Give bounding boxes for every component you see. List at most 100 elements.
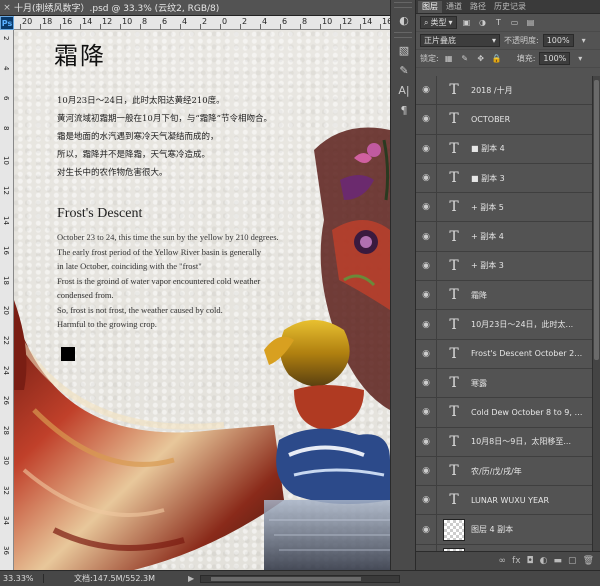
adjustment-layer-icon[interactable]: ◐ bbox=[540, 556, 548, 566]
layer-name[interactable]: OCTOBER bbox=[471, 115, 510, 124]
layer-name[interactable]: 寒露 bbox=[471, 378, 487, 389]
layer-row[interactable]: ◉ T 2018 /十月 bbox=[416, 76, 592, 106]
tab-history[interactable]: 历史记录 bbox=[490, 1, 530, 13]
close-tab-icon[interactable]: × bbox=[0, 3, 14, 13]
horizontal-ruler[interactable]: 2018161412108642024681012141618 bbox=[14, 16, 390, 30]
ruler-tick bbox=[40, 24, 41, 29]
horizontal-scrollbar[interactable] bbox=[200, 574, 401, 583]
text-layer-icon: T bbox=[449, 375, 459, 392]
layer-row[interactable]: ◉ T Frost's Descent October 23 ... bbox=[416, 339, 592, 369]
visibility-eye-icon[interactable]: ◉ bbox=[416, 202, 436, 212]
filter-row: ⌕ 类型 ▾ ▣ ◑ T ▭ ▤ bbox=[416, 14, 600, 32]
layer-row[interactable]: ◉ 图层 4 副本 bbox=[416, 515, 592, 545]
layer-row[interactable]: ◉ T OCTOBER bbox=[416, 105, 592, 135]
chevron-down-icon[interactable]: ▾ bbox=[578, 35, 590, 47]
fill-field[interactable]: 100% bbox=[539, 52, 571, 65]
fx-icon[interactable]: fx bbox=[512, 556, 521, 566]
visibility-eye-icon[interactable]: ◉ bbox=[416, 261, 436, 271]
layer-row[interactable]: ◉ T ■ 副本 3 bbox=[416, 163, 592, 194]
visibility-eye-icon[interactable]: ◉ bbox=[416, 290, 436, 300]
visibility-eye-icon[interactable]: ◉ bbox=[416, 466, 436, 476]
scrollbar-thumb[interactable] bbox=[211, 576, 362, 581]
document-tab[interactable]: × 十月(刺绣风数字）.psd @ 33.3% (云纹2, RGB/8) bbox=[0, 0, 390, 16]
layer-scrollbar[interactable] bbox=[592, 76, 600, 551]
filter-adjust-icon[interactable]: ◑ bbox=[477, 17, 489, 29]
layer-name[interactable]: ■ 副本 4 bbox=[471, 143, 505, 154]
visibility-eye-icon[interactable]: ◉ bbox=[416, 495, 436, 505]
mask-icon[interactable]: ◘ bbox=[527, 556, 534, 566]
visibility-eye-icon[interactable]: ◉ bbox=[416, 320, 436, 330]
layer-row[interactable]: ◉ T + 副本 3 bbox=[416, 251, 592, 282]
layer-name[interactable]: 图层 4 副本 bbox=[471, 524, 513, 535]
visibility-eye-icon[interactable]: ◉ bbox=[416, 378, 436, 388]
adjustments-icon[interactable]: ▧ bbox=[394, 42, 414, 58]
layer-name[interactable]: 霜降 bbox=[471, 290, 487, 301]
visibility-eye-icon[interactable]: ◉ bbox=[416, 85, 436, 95]
text-layer-icon: T bbox=[449, 463, 459, 479]
folder-icon[interactable]: ▬ bbox=[554, 556, 563, 566]
vertical-ruler[interactable]: 2 4 6 8 10 12 14 16 18 20 22 24 26 28 30 32 34 36 bbox=[0, 30, 14, 570]
layer-name[interactable]: Cold Dew October 8 to 9, t... bbox=[471, 408, 583, 417]
tab-paths[interactable]: 路径 bbox=[466, 1, 490, 13]
blend-mode-select[interactable]: 正片叠底 ▾ bbox=[420, 34, 500, 47]
visibility-eye-icon[interactable]: ◉ bbox=[416, 349, 436, 359]
color-icon[interactable]: ◐ bbox=[394, 12, 414, 28]
tab-layers[interactable]: 图层 bbox=[418, 1, 442, 13]
status-arrow-icon[interactable]: ▶ bbox=[188, 574, 194, 583]
lock-position-icon[interactable]: ✥ bbox=[475, 53, 487, 65]
strip-grip[interactable] bbox=[394, 32, 412, 38]
lock-image-icon[interactable]: ✎ bbox=[459, 53, 471, 65]
document-canvas[interactable]: 霜降 10月23日～24日，此时太阳达黄经210度。 黄河流域初霜期一般在10月… bbox=[14, 30, 390, 570]
layer-row[interactable]: ◉ T 寒露 bbox=[416, 368, 592, 399]
layer-row[interactable]: ◉ T 10月8日～9日，太阳移至... bbox=[416, 427, 592, 457]
zoom-level[interactable]: 33.33% bbox=[0, 574, 44, 583]
filter-shape-icon[interactable]: ▭ bbox=[509, 17, 521, 29]
layer-row[interactable]: ◉ T + 副本 5 bbox=[416, 193, 592, 223]
link-icon[interactable]: ∞ bbox=[499, 556, 507, 566]
chevron-down-icon[interactable]: ▾ bbox=[574, 53, 586, 65]
layer-row[interactable]: ◉ T Cold Dew October 8 to 9, t... bbox=[416, 398, 592, 428]
opacity-field[interactable]: 100% bbox=[542, 34, 574, 47]
layer-row[interactable]: ◉ T LUNAR WUXU YEAR bbox=[416, 486, 592, 516]
lock-all-icon[interactable]: 🔒 bbox=[491, 53, 503, 65]
character-icon[interactable]: A| bbox=[394, 82, 414, 98]
layer-name[interactable]: LUNAR WUXU YEAR bbox=[471, 496, 549, 505]
trash-icon[interactable]: 🗑 bbox=[583, 556, 594, 566]
layer-name[interactable]: ■ 副本 3 bbox=[471, 173, 505, 184]
layer-name[interactable]: Frost's Descent October 23 ... bbox=[471, 349, 583, 358]
layer-row[interactable]: ◉ T ■ 副本 4 bbox=[416, 134, 592, 164]
new-layer-icon[interactable]: ▢ bbox=[568, 556, 577, 566]
filter-pixel-icon[interactable]: ▣ bbox=[461, 17, 473, 29]
ruler-tick-label: 12 bbox=[342, 17, 353, 26]
visibility-eye-icon[interactable]: ◉ bbox=[416, 173, 436, 183]
brush-presets-icon[interactable]: ✎ bbox=[394, 62, 414, 78]
visibility-eye-icon[interactable]: ◉ bbox=[416, 407, 436, 417]
layer-name[interactable]: + 副本 4 bbox=[471, 231, 504, 242]
visibility-eye-icon[interactable]: ◉ bbox=[416, 437, 436, 447]
layer-name[interactable]: + 副本 3 bbox=[471, 260, 504, 271]
ruler-tick-label: 32 bbox=[2, 486, 10, 495]
visibility-eye-icon[interactable]: ◉ bbox=[416, 114, 436, 124]
layer-row[interactable]: ◉ T 霜降 bbox=[416, 281, 592, 311]
layer-row[interactable]: ◉ T 农/历/戊/戌/年 bbox=[416, 456, 592, 487]
filter-smart-icon[interactable]: ▤ bbox=[525, 17, 537, 29]
visibility-eye-icon[interactable]: ◉ bbox=[416, 525, 436, 535]
ruler-tick bbox=[220, 24, 221, 29]
paragraph-icon[interactable]: ¶ bbox=[394, 102, 414, 118]
layer-row[interactable]: ◉ T 10月23日～24日，此时太... bbox=[416, 310, 592, 340]
layer-name[interactable]: 农/历/戊/戌/年 bbox=[471, 466, 522, 477]
visibility-eye-icon[interactable]: ◉ bbox=[416, 232, 436, 242]
filter-text-icon[interactable]: T bbox=[493, 17, 505, 29]
layer-list: ◉ T 2018 /十月 ◉ T OCTOBER ◉ T ■ 副本 4 ◉ T ■ 副本 3 ◉ T + 副… bbox=[416, 76, 592, 551]
layer-row[interactable]: ◉ T + 副本 4 bbox=[416, 222, 592, 252]
layer-name[interactable]: 10月23日～24日，此时太... bbox=[471, 319, 573, 330]
lock-transparent-icon[interactable]: ▦ bbox=[443, 53, 455, 65]
layer-kind-select[interactable]: ⌕ 类型 ▾ bbox=[420, 16, 457, 29]
layer-name[interactable]: + 副本 5 bbox=[471, 202, 504, 213]
scrollbar-thumb[interactable] bbox=[594, 80, 599, 360]
strip-grip[interactable] bbox=[394, 2, 412, 8]
layer-name[interactable]: 2018 /十月 bbox=[471, 85, 513, 96]
visibility-eye-icon[interactable]: ◉ bbox=[416, 144, 436, 154]
layer-name[interactable]: 10月8日～9日，太阳移至... bbox=[471, 436, 571, 447]
tab-channels[interactable]: 通道 bbox=[442, 1, 466, 13]
